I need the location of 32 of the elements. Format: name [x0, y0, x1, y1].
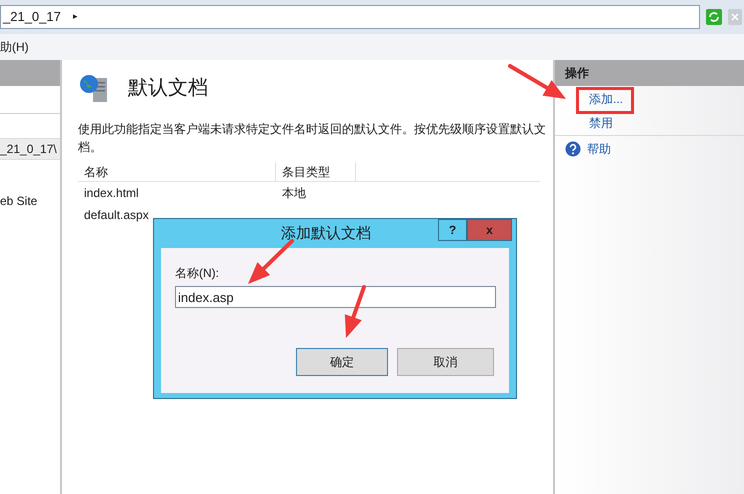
action-link[interactable]: 添加... — [589, 90, 624, 108]
table-cell-text: 本地 — [281, 185, 307, 202]
dialog-button[interactable]: 取消 — [397, 348, 494, 376]
annotation-arrow — [344, 285, 366, 338]
globe-server-icon — [78, 72, 110, 104]
column-header[interactable]: 名称 — [78, 162, 276, 181]
help-button[interactable]: ? — [438, 219, 467, 241]
dialog-title: 添加默认文档 — [280, 224, 372, 244]
dialog-button[interactable]: 确定 — [296, 348, 388, 376]
address-field[interactable]: _21_0_17 ▸ — [0, 5, 700, 29]
column-header[interactable]: 条目类型 — [276, 162, 356, 181]
refresh-icon[interactable] — [706, 9, 722, 25]
menu-item[interactable]: 助(H) — [0, 38, 29, 56]
page-title: 默认文档 — [128, 76, 208, 101]
panel-header — [0, 60, 60, 86]
breadcrumb-text: _21_0_17 — [3, 8, 61, 26]
action-link[interactable]: 帮助 — [587, 140, 611, 158]
annotation-arrow — [508, 64, 566, 99]
stop-icon[interactable] — [728, 9, 742, 25]
tree-item[interactable]: _21_0_17\ — [0, 138, 60, 160]
name-field[interactable]: index.asp — [175, 286, 496, 308]
panel-heading: 操作 — [555, 60, 744, 86]
table-cell-text: index.html — [83, 185, 140, 202]
description-text: 使用此功能指定当客户端未请求特定文件名时返回的默认文件。按优先级顺序设置默认文档。 — [78, 121, 547, 156]
action-link[interactable]: 禁用 — [589, 114, 613, 132]
annotation-arrow — [248, 239, 294, 284]
help-icon — [565, 140, 581, 156]
field-label: 名称(N): — [175, 265, 220, 282]
table-cell-text: default.aspx — [83, 207, 150, 224]
tree-item[interactable]: eb Site — [0, 190, 60, 212]
breadcrumb-separator: ▸ — [72, 10, 78, 24]
close-button[interactable]: x — [467, 219, 512, 241]
